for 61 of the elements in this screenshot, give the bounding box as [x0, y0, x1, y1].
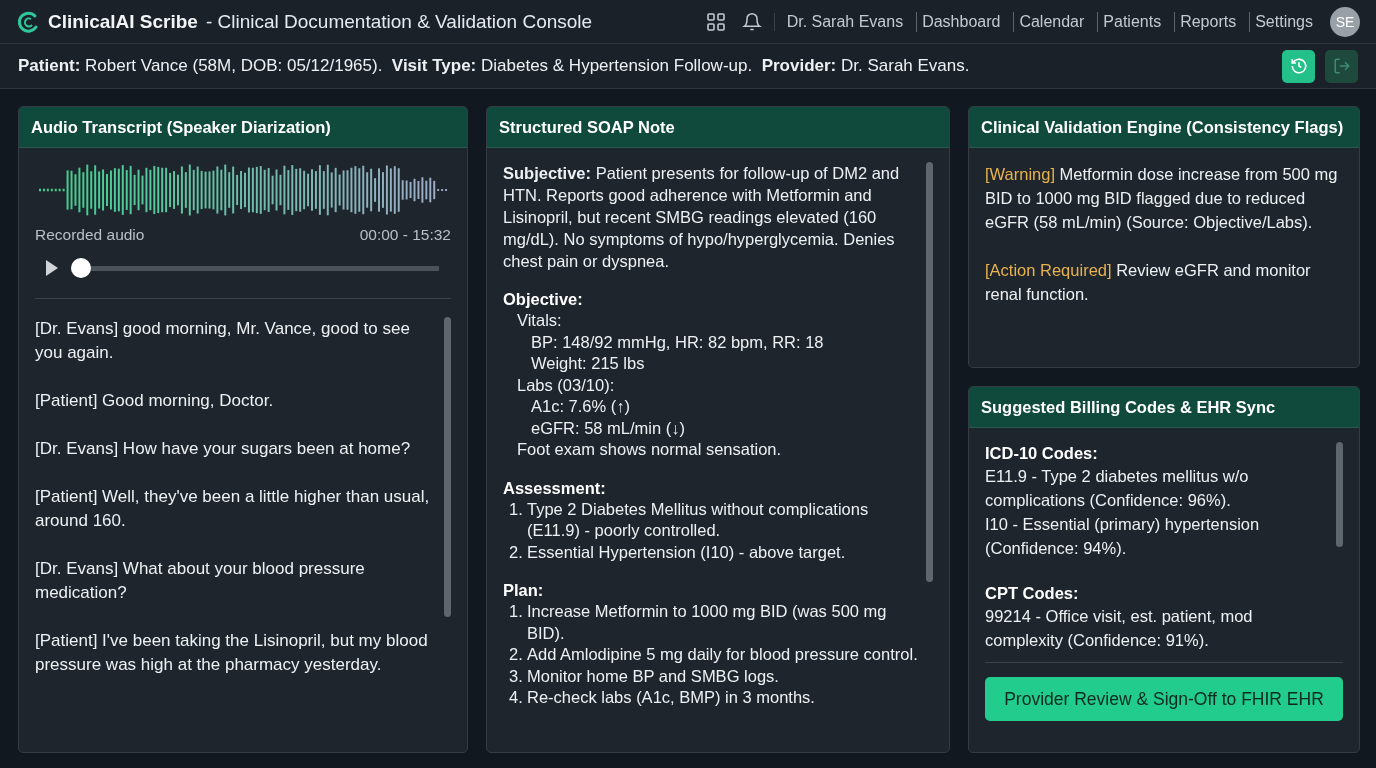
objective-line: Weight: 215 lbs [530, 353, 646, 374]
list-number: 1. [509, 498, 524, 520]
scrollbar[interactable] [1336, 442, 1343, 547]
transcript-line: [Patient] Good morning, Doctor. [35, 390, 275, 412]
app-subtitle: - Clinical Documentation & Validation Console [205, 10, 593, 33]
transcript-line: [Patient] I've been taking the Lisinopril, but my blood pressure was high at the pharmacy yesterday. [35, 630, 429, 676]
list-item-text: Re-check labs (A1c, BMP) in 3 months. [527, 687, 815, 708]
nav-link[interactable]: Dashboard [916, 11, 1006, 32]
transcript-line: [Dr. Evans] What about your blood pressure medication? [35, 558, 366, 604]
objective-line: BP: 148/92 mmHg, HR: 82 bpm, RR: 18 [530, 331, 825, 353]
billing-code: 99214 - Office visit, est. patient, mod complexity (Confidence: 91%). [985, 606, 1254, 651]
transcript-line: [Patient] Well, they've been a little higher than usual, around 160. [35, 486, 431, 532]
sign-off-button[interactable]: Provider Review & Sign-Off to FHIR EHR [985, 677, 1343, 721]
objective-line: Foot exam shows normal sensation. [516, 439, 783, 460]
flag-text: [Action Required] Review eGFR and monitor renal function. [985, 260, 1312, 305]
app-title: ClinicalAI Scribe [48, 10, 198, 33]
flag-text: [Warning] Metformin dose increase from 500 mg BID to 1000 mg BID flagged due to reduced eGFR (58 mL/min) (Source: Objective/Labs). [985, 164, 1339, 233]
audio-time: 00:00 - 15:32 [359, 226, 451, 244]
logo-icon [16, 9, 40, 34]
nav-link[interactable]: Reports [1174, 11, 1242, 32]
list-number: 4. [509, 687, 524, 708]
subjective-text: Subjective: Patient presents for follow-up of DM2 and HTN. Reports good adherence with Metformin and Lisinopril, but recent SMBG readings elevated (160 mg/dL). No symptoms of hypo/hyperglycemia. Denies chest pain or dyspnea. [503, 163, 901, 272]
billing-code: E11.9 - Type 2 diabetes mellitus w/o complications (Confidence: 96%). [985, 466, 1250, 511]
objective-line: A1c: 7.6% (↑) [530, 396, 632, 417]
panel-title: Clinical Validation Engine (Consistency Flags) [969, 107, 1359, 148]
history-icon [1289, 57, 1308, 75]
nav-link[interactable]: Settings [1249, 11, 1318, 32]
objective-line: Labs (03/10): [516, 374, 616, 396]
list-item-text: Increase Metformin to 1000 mg BID (was 500 mg BID). [527, 601, 888, 644]
section-heading: Assessment: [503, 477, 607, 499]
list-item-text: Monitor home BP and SMBG logs. [527, 665, 779, 687]
transcript-line: [Dr. Evans] good morning, Mr. Vance, good to see you again. [35, 318, 411, 364]
objective-line: Vitals: [516, 310, 563, 331]
nav-link[interactable]: Patients [1097, 11, 1167, 32]
panel-title: Structured SOAP Note [487, 107, 949, 148]
playback-thumb[interactable] [71, 258, 91, 278]
list-item-text: Type 2 Diabetes Mellitus without complications (E11.9) - poorly controlled. [527, 498, 870, 541]
list-number: 3. [509, 665, 524, 687]
scrollbar[interactable] [926, 162, 933, 582]
list-item-text: Essential Hypertension (I10) - above target. [527, 541, 846, 563]
code-heading: CPT Codes: [985, 583, 1080, 604]
list-number: 2. [509, 644, 524, 665]
panel-title: Suggested Billing Codes & EHR Sync [969, 387, 1359, 428]
patient-info: Patient: Robert Vance (58M, DOB: 05/12/1965). Visit Type: Diabetes & Hypertension Follow-up. Provider: Dr. Sarah Evans. [18, 56, 971, 76]
billing-code: I10 - Essential (primary) hypertension (Confidence: 94%). [985, 514, 1261, 559]
section-heading: Plan: [503, 580, 545, 601]
objective-line: eGFR: 58 mL/min (↓) [530, 417, 687, 439]
scrollbar[interactable] [444, 317, 451, 617]
code-heading: ICD-10 Codes: [985, 443, 1099, 464]
nav-link[interactable]: Calendar [1013, 11, 1090, 32]
panel-title: Audio Transcript (Speaker Diarization) [19, 107, 467, 148]
list-item-text: Add Amlodipine 5 mg daily for blood pressure control. [527, 644, 918, 665]
list-number: 2. [509, 541, 524, 563]
section-heading: Objective: [503, 289, 584, 310]
list-number: 1. [509, 601, 524, 622]
history-button[interactable] [1282, 49, 1315, 83]
audio-label: Recorded audio [35, 226, 145, 244]
play-icon[interactable] [45, 259, 59, 277]
user-name: Dr. Sarah Evans [773, 12, 909, 31]
transcript-line: [Dr. Evans] How have your sugars been at home? [35, 438, 412, 460]
logout-icon [1332, 57, 1351, 75]
